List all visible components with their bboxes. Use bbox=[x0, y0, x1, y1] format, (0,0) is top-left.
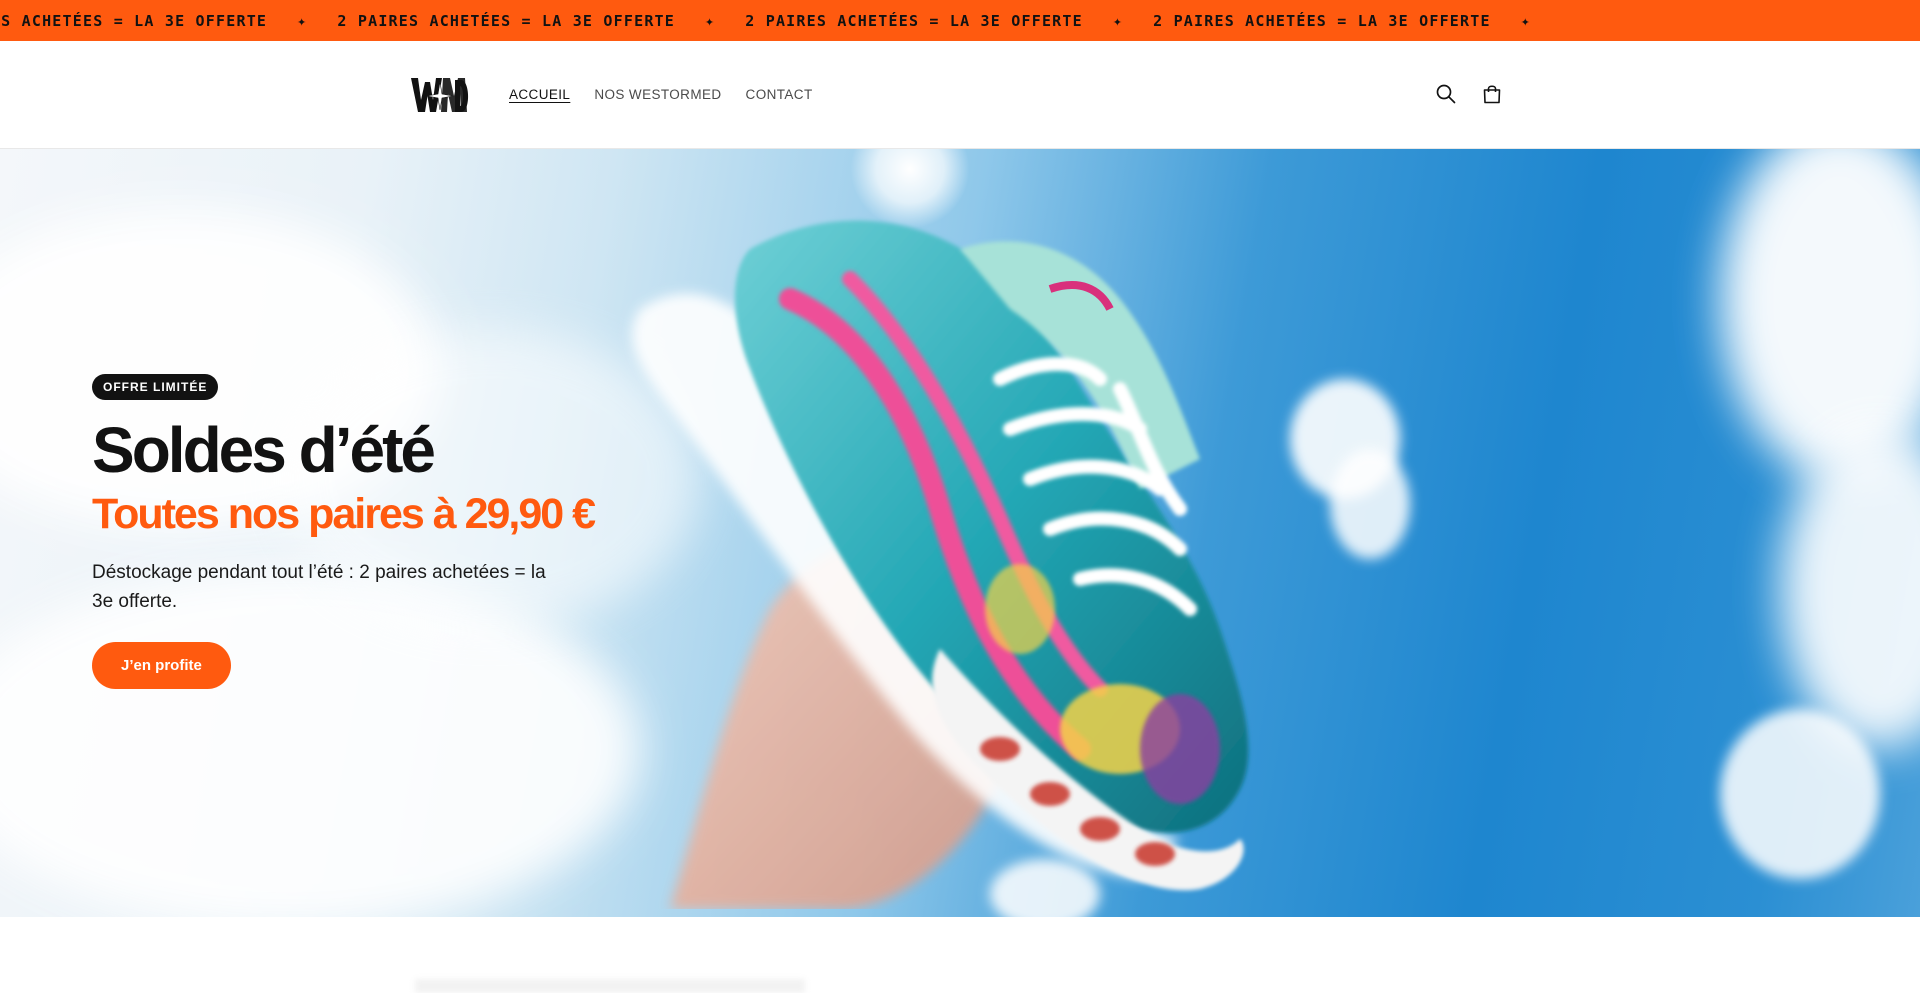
main-nav: ACCUEIL NOS WESTORMED CONTACT bbox=[509, 87, 813, 102]
announcement-text: PAIRES ACHETÉES = LA 3E OFFERTE bbox=[0, 11, 268, 30]
announcement-item: PAIRES ACHETÉES = LA 3E OFFERTE bbox=[0, 12, 337, 30]
nav-item-nos-westormed[interactable]: NOS WESTORMED bbox=[594, 87, 721, 102]
hero-title: Soldes d’été bbox=[92, 414, 436, 486]
next-section-heading-placeholder bbox=[415, 979, 805, 993]
star-icon bbox=[297, 12, 307, 30]
limited-offer-badge: OFFRE LIMITÉE bbox=[92, 374, 219, 400]
hero-description: Déstockage pendant tout l’été : 2 paires… bbox=[92, 562, 546, 612]
announcement-item: 2 PAIRES ACHETÉES = LA 3E OFFERTE bbox=[337, 12, 745, 30]
star-icon bbox=[705, 12, 715, 30]
site-header: ACCUEIL NOS WESTORMED CONTACT bbox=[0, 41, 1920, 149]
cart-button[interactable] bbox=[1479, 81, 1505, 107]
search-button[interactable] bbox=[1433, 81, 1459, 107]
hero-subtitle: Toutes nos paires à 29,90 € bbox=[92, 490, 596, 538]
announcement-item: 2 PAIRES ACHETÉES = LA 3E OFFERTE bbox=[745, 12, 1153, 30]
announcement-text: 2 PAIRES ACHETÉES = LA 3E OFFERTE bbox=[337, 11, 676, 30]
star-icon bbox=[1113, 12, 1123, 30]
nav-item-accueil[interactable]: ACCUEIL bbox=[509, 87, 570, 102]
star-icon bbox=[1521, 12, 1531, 30]
search-icon bbox=[1436, 84, 1456, 104]
hero-content: OFFRE LIMITÉE Soldes d’été Toutes nos pa… bbox=[92, 374, 652, 689]
announcement-bar: PAIRES ACHETÉES = LA 3E OFFERTE 2 PAIRES… bbox=[0, 0, 1920, 41]
announcement-text: 2 PAIRES ACHETÉES = LA 3E OFFERTE bbox=[1153, 11, 1491, 30]
nav-item-contact[interactable]: CONTACT bbox=[746, 87, 813, 102]
cloud-shape bbox=[1720, 709, 1880, 879]
cloud-shape bbox=[1780, 429, 1920, 749]
cart-icon bbox=[1483, 85, 1501, 104]
announcement-item: 2 PAIRES ACHETÉES = LA 3E OFFERTE bbox=[1153, 12, 1561, 30]
announcement-text: 2 PAIRES ACHETÉES = LA 3E OFFERTE bbox=[745, 11, 1083, 30]
hero-cta-button[interactable]: J’en profite bbox=[92, 642, 231, 689]
wmd-logo-icon bbox=[411, 78, 469, 112]
next-section bbox=[0, 917, 1920, 993]
hero-banner: OFFRE LIMITÉE Soldes d’été Toutes nos pa… bbox=[0, 149, 1920, 917]
announcement-track: PAIRES ACHETÉES = LA 3E OFFERTE 2 PAIRES… bbox=[0, 0, 1561, 41]
header-icons bbox=[1433, 81, 1505, 107]
site-logo[interactable] bbox=[408, 71, 472, 119]
sneaker-image bbox=[631, 220, 1249, 909]
